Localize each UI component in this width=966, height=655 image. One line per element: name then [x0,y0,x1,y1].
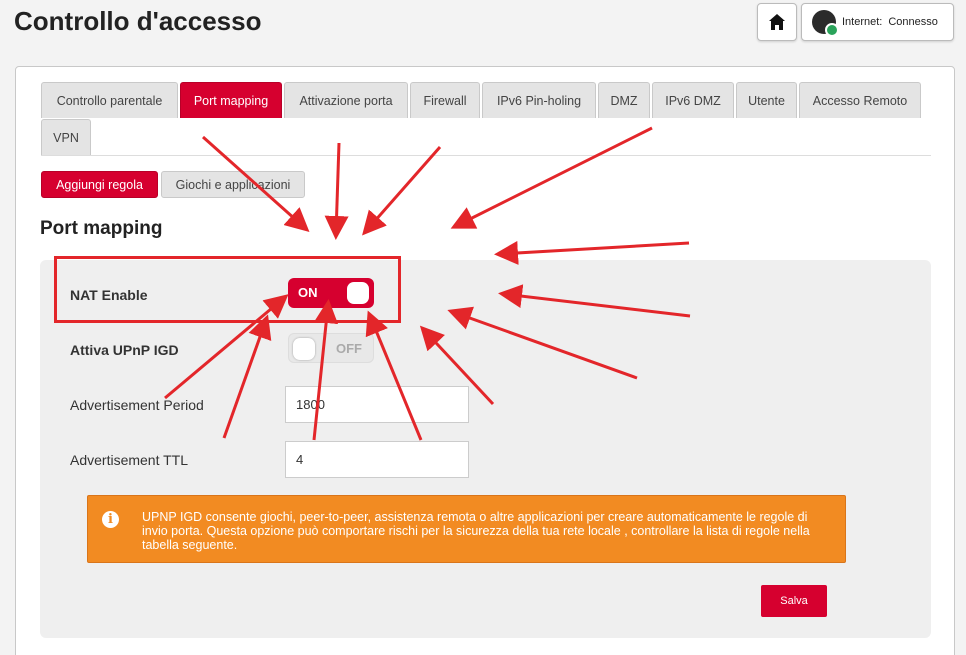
tab-label: Firewall [423,93,467,108]
tab-divider [41,155,931,156]
tab-label: Accesso Remoto [812,93,908,108]
tab-label: Port mapping [193,93,269,108]
info-text: UPNP IGD consente giochi, peer-to-peer, … [142,510,810,552]
internet-label: Internet: [842,16,883,28]
check-icon [825,23,839,37]
globe-icon [812,10,839,37]
tab-ipv6-dmz[interactable]: IPv6 DMZ [652,82,734,118]
tab-label: Attivazione porta [299,93,393,108]
adv-ttl-input[interactable] [285,441,469,478]
tab-ipv6-pin-holing[interactable]: IPv6 Pin-holing [482,82,596,118]
tab-utente[interactable]: Utente [736,82,797,118]
tab-firewall[interactable]: Firewall [410,82,480,118]
tab-label: IPv6 Pin-holing [496,93,582,108]
internet-status: Connesso [888,16,938,28]
tab-port-mapping[interactable]: Port mapping [180,82,282,118]
subtab-label: Giochi e applicazioni [175,177,291,192]
tab-label: VPN [53,130,79,145]
page-title: Controllo d'accesso [14,6,262,36]
tab-label: DMZ [610,93,638,108]
upnp-igd-toggle[interactable]: OFF [288,333,374,363]
subtab-aggiungi-regola[interactable]: Aggiungi regola [41,171,158,198]
main-panel: Controllo parentale Port mapping Attivaz… [15,66,955,655]
save-button[interactable]: Salva [761,585,827,617]
home-button[interactable] [757,3,797,41]
tab-label: Utente [748,93,785,108]
tab-label: IPv6 DMZ [665,93,721,108]
info-box: i UPNP IGD consente giochi, peer-to-peer… [87,495,846,563]
section-title: Port mapping [40,218,163,239]
internet-status-button[interactable]: Internet: Connesso [801,3,954,41]
adv-period-input[interactable] [285,386,469,423]
toggle-state-text: OFF [336,341,362,356]
annotation-highlight-box [54,256,401,323]
adv-ttl-label: Advertisement TTL [70,452,189,468]
upnp-igd-label: Attiva UPnP IGD [70,342,179,358]
tab-attivazione-porta[interactable]: Attivazione porta [284,82,408,118]
subtab-giochi-applicazioni[interactable]: Giochi e applicazioni [161,171,305,198]
subtab-label: Aggiungi regola [56,177,143,192]
info-icon: i [102,511,119,528]
adv-period-label: Advertisement Period [70,397,204,413]
home-icon [769,14,785,30]
tab-vpn[interactable]: VPN [41,119,91,155]
tab-label: Controllo parentale [56,93,163,108]
toggle-knob [293,338,315,360]
tab-dmz[interactable]: DMZ [598,82,650,118]
tab-accesso-remoto[interactable]: Accesso Remoto [799,82,921,118]
tab-controllo-parentale[interactable]: Controllo parentale [41,82,178,118]
